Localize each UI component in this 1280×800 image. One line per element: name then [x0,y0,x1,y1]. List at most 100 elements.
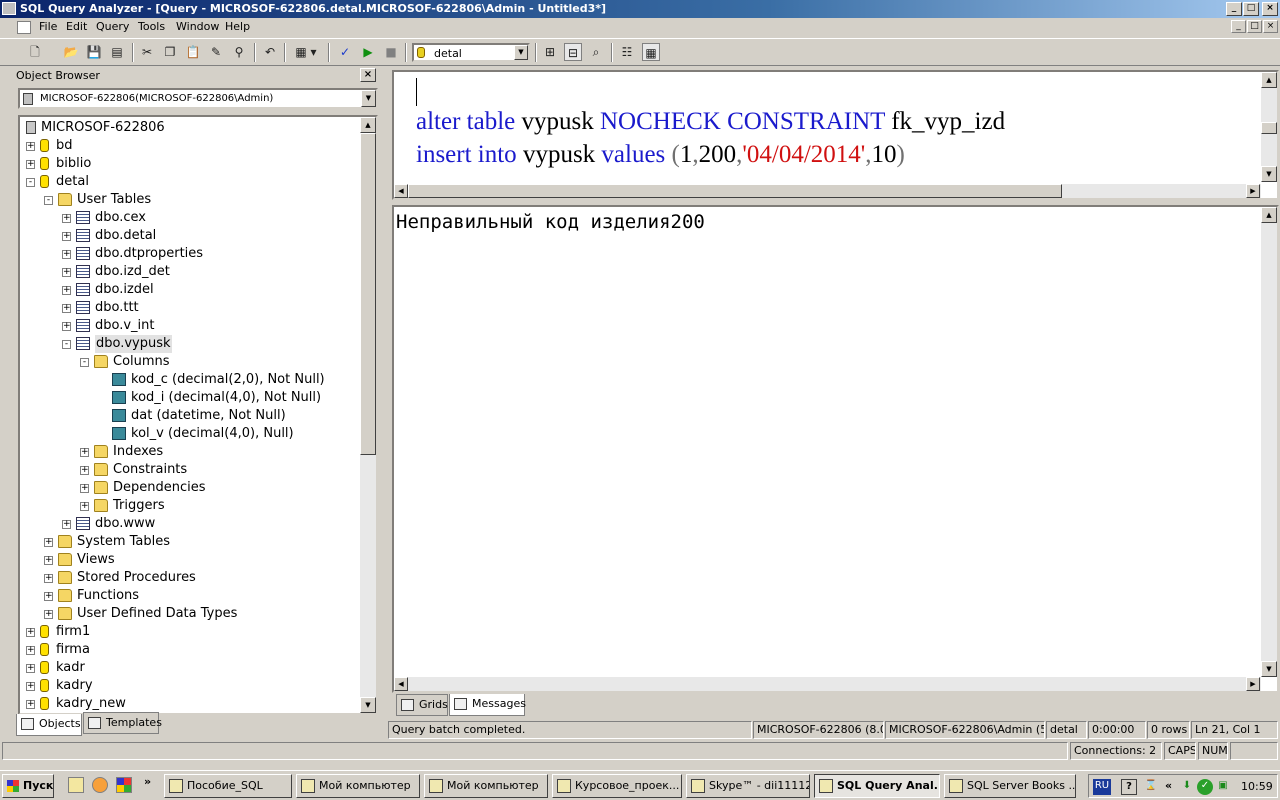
scroll-right-button[interactable]: ▶ [1246,184,1260,198]
show-plan-icon[interactable]: ⊞ [541,43,559,61]
chevron-down-icon[interactable]: ▼ [514,45,528,60]
grid-icon[interactable]: ▦ [642,43,660,61]
expand-toggle-icon[interactable]: + [26,160,35,169]
menu-tools[interactable]: Tools [138,20,165,34]
scroll-up-button[interactable]: ▲ [360,117,376,133]
expand-toggle-icon[interactable]: + [62,304,71,313]
expand-toggle-icon[interactable]: + [62,214,71,223]
quicklaunch-more-button[interactable]: » [144,775,151,788]
scroll-down-button[interactable]: ▼ [1261,661,1277,677]
expand-toggle-icon[interactable]: + [80,484,89,493]
taskbar-button[interactable]: Мой компьютер [296,774,420,798]
expand-toggle-icon[interactable]: + [62,268,71,277]
menu-window[interactable]: Window [176,20,219,34]
taskbar-button[interactable]: SQL Query Anal... [814,774,940,798]
parse-icon[interactable]: ✓ [336,43,354,61]
expand-toggle-icon[interactable]: + [44,574,53,583]
cancel-icon[interactable]: ■ [382,43,400,61]
expand-toggle-icon[interactable]: + [62,286,71,295]
results-vertical-scrollbar[interactable]: ▲ ▼ [1261,207,1277,677]
scroll-right-button[interactable]: ▶ [1246,677,1260,691]
expand-toggle-icon[interactable]: + [80,466,89,475]
scroll-left-button[interactable]: ◀ [394,184,408,198]
taskbar-button[interactable]: Skype™ - dii11112 [686,774,810,798]
scroll-up-button[interactable]: ▲ [1261,72,1277,88]
server-select[interactable]: MICROSOF-622806(MICROSOF-622806\Admin) ▼ [18,88,378,109]
menu-edit[interactable]: Edit [66,20,87,34]
editor-vertical-scrollbar[interactable]: ▲ ▼ [1261,72,1277,182]
clear-icon[interactable]: ✎ [207,43,225,61]
undo-icon[interactable]: ↶ [261,43,279,61]
download-icon[interactable]: ⬇ [1179,779,1195,795]
menu-help[interactable]: Help [225,20,250,34]
expand-toggle-icon[interactable]: + [80,502,89,511]
chevron-down-icon[interactable]: ▼ [361,90,376,107]
tab-objects[interactable]: Objects [16,714,82,736]
paste-icon[interactable]: 📋 [184,43,202,61]
open-icon[interactable]: 📂 [62,43,80,61]
expand-toggle-icon[interactable]: + [26,664,35,673]
expand-toggle-icon[interactable]: + [44,538,53,547]
maximize-button[interactable]: □ [1243,2,1259,16]
find-icon[interactable]: ⚲ [230,43,248,61]
child-restore-button[interactable]: □ [1247,20,1262,33]
expand-toggle-icon[interactable]: + [62,250,71,259]
results-horizontal-scrollbar[interactable]: ◀ ▶ [394,677,1261,691]
object-tree[interactable]: MICROSOF-622806 + bd + biblio - detal - User Tab… [18,115,378,715]
scroll-left-button[interactable]: ◀ [394,677,408,691]
tree-vertical-scrollbar[interactable]: ▲ ▼ [360,117,376,713]
start-button[interactable]: Пуск [2,774,54,798]
expand-toggle-icon[interactable]: + [44,556,53,565]
expand-toggle-icon[interactable]: + [26,646,35,655]
title-bar[interactable]: SQL Query Analyzer - [Query - MICROSOF-6… [0,0,1280,18]
editor-horizontal-scrollbar[interactable]: ◀ ▶ [394,184,1261,198]
scroll-down-button[interactable]: ▼ [360,697,376,713]
expand-toggle-icon[interactable]: + [62,322,71,331]
tab-messages[interactable]: Messages [449,694,526,716]
expand-toggle-icon[interactable]: + [26,142,35,151]
scroll-up-button[interactable]: ▲ [1261,207,1277,223]
object-browser-icon[interactable]: ⊟ [564,43,582,61]
expand-toggle-icon[interactable]: + [62,232,71,241]
hourglass-icon[interactable]: ⌛ [1143,779,1159,795]
taskbar-button[interactable]: Курсовое_проек... [552,774,682,798]
menu-query[interactable]: Query [96,20,129,34]
execute-icon[interactable]: ▶ [359,43,377,61]
taskbar-button[interactable]: Мой компьютер [424,774,548,798]
database-select[interactable]: detal ▼ [412,43,530,62]
scroll-down-button[interactable]: ▼ [1261,166,1277,182]
expand-toggle-icon[interactable]: + [44,610,53,619]
app-icon[interactable] [2,2,16,15]
collapse-toggle-icon[interactable]: - [26,178,35,187]
child-minimize-button[interactable]: _ [1231,20,1246,33]
menu-file[interactable]: File [39,20,57,34]
close-button[interactable]: × [1262,2,1278,16]
load-script-icon[interactable]: ▤ [108,43,126,61]
collapse-toggle-icon[interactable]: - [62,340,71,349]
expand-toggle-icon[interactable]: + [26,628,35,637]
language-indicator[interactable]: RU [1093,779,1111,795]
help-icon[interactable]: ? [1121,779,1137,795]
properties-icon[interactable]: ☷ [618,43,636,61]
expand-toggle-icon[interactable]: + [80,448,89,457]
taskbar-button[interactable]: Пособие_SQL [164,774,292,798]
minimize-button[interactable]: _ [1226,2,1242,16]
child-close-button[interactable]: × [1263,20,1278,33]
tab-grids[interactable]: Grids [396,694,448,716]
expand-toggle-icon[interactable]: + [26,700,35,709]
query-window-icon[interactable] [17,21,31,34]
quicklaunch-browser-icon[interactable] [92,777,108,793]
cut-icon[interactable]: ✂ [138,43,156,61]
skype-status-icon[interactable]: ✓ [1197,779,1213,795]
collapse-toggle-icon[interactable]: - [80,358,89,367]
scroll-thumb[interactable] [360,133,376,455]
expand-toggle-icon[interactable]: + [62,520,71,529]
object-search-icon[interactable]: ⌕ [587,43,605,61]
taskbar-button[interactable]: SQL Server Books ... [944,774,1076,798]
copy-icon[interactable]: ❐ [161,43,179,61]
results-pane[interactable]: Неправильный код изделия200 ▲ ▼ ◀ ▶ [392,205,1279,693]
scroll-thumb[interactable] [408,184,1062,198]
expand-toggle-icon[interactable]: + [44,592,53,601]
object-browser-close-button[interactable]: × [360,68,376,82]
quicklaunch-windows-icon[interactable] [116,777,132,793]
